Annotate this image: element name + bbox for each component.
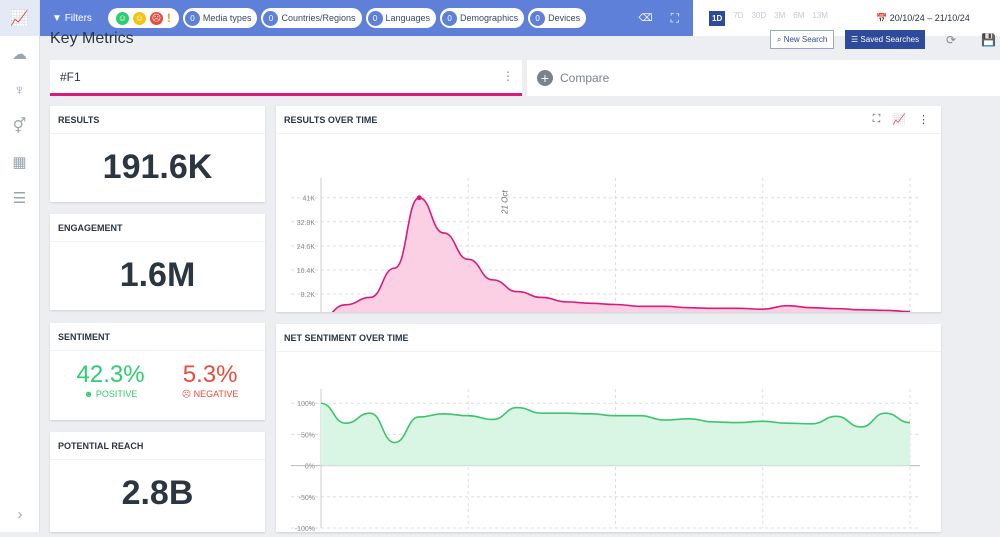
data-point	[416, 195, 422, 201]
page-title: Key Metrics	[50, 30, 134, 47]
y-tick-label: 8.2K	[301, 292, 316, 299]
filter-label: Devices	[548, 13, 581, 23]
y-tick-label: 16.4K	[297, 268, 316, 275]
new-search-label: New Search	[783, 35, 828, 44]
range-13m[interactable]: 13M	[812, 11, 828, 26]
clear-filters-icon[interactable]: ⌫	[638, 13, 652, 24]
refresh-icon[interactable]: ⟳	[940, 30, 962, 49]
range-3m[interactable]: 3M	[774, 11, 785, 26]
filter-pill-demographics[interactable]: 0 Demographics	[440, 8, 525, 28]
results-value: 191.6K	[102, 148, 213, 186]
plus-icon: +	[537, 70, 553, 86]
filter-count: 0	[530, 10, 546, 26]
engagement-value: 1.6M	[119, 256, 196, 294]
y-tick-label: 50%	[301, 432, 315, 439]
save-icon[interactable]: 💾	[975, 30, 1000, 49]
positive-icon[interactable]: ☺	[115, 11, 129, 25]
card-title: ENGAGEMENT	[50, 214, 265, 242]
filter-pill-countries-regions[interactable]: 0 Countries/Regions	[261, 8, 362, 28]
filters-label: Filters	[64, 12, 92, 24]
range-1d[interactable]: 1D	[709, 10, 726, 26]
influencer-icon[interactable]: ♆	[0, 72, 39, 108]
cloud-icon[interactable]: ☁	[0, 36, 39, 72]
sentiment-chart: -100%-50%0%50%100%16:0004:0016:00	[291, 389, 920, 537]
filter-pill-languages[interactable]: 0 Languages	[365, 8, 437, 28]
gender-icon[interactable]: ⚥	[0, 108, 39, 144]
card-title: RESULTS	[50, 106, 265, 134]
new-search-button[interactable]: ⌕ New Search	[770, 30, 835, 49]
filter-count: 0	[184, 10, 200, 26]
card-title: POTENTIAL REACH	[50, 432, 265, 460]
results-chart: 8.2K16.4K24.6K32.8K41K16:0004:0016:0021 …	[291, 178, 920, 332]
date-range[interactable]: 📅 20/10/24 – 21/10/24	[876, 13, 970, 24]
y-tick-label: 32.8K	[297, 220, 316, 227]
range-7d[interactable]: 7D	[733, 11, 743, 26]
filter-count: 0	[263, 10, 279, 26]
negative-icon[interactable]: ☹	[149, 11, 163, 25]
negative-value: 5.3%	[182, 361, 238, 388]
engagement-card: ENGAGEMENT 1.6M	[50, 214, 265, 310]
filter-label: Media types	[202, 13, 252, 23]
range-30d[interactable]: 30D	[751, 11, 766, 26]
filter-count: 0	[367, 10, 383, 26]
y-tick-label: -50%	[299, 495, 315, 502]
search-value: #F1	[60, 70, 81, 84]
date-range-text: 20/10/24 – 21/10/24	[889, 12, 970, 23]
filter-label: Countries/Regions	[281, 13, 356, 23]
range-6m[interactable]: 6M	[793, 11, 804, 26]
series-area	[321, 403, 910, 466]
sidebar: 📈 ☁ ♆ ⚥ ▦ ☰ ›	[0, 0, 40, 532]
reach-card: POTENTIAL REACH 2.8B	[50, 432, 265, 532]
card-title: SENTIMENT	[50, 323, 265, 351]
compare-button[interactable]: + Compare	[527, 60, 1000, 96]
y-tick-label: 41K	[303, 196, 316, 203]
chart-title: RESULTS OVER TIME	[276, 106, 941, 134]
filter-label: Languages	[385, 13, 431, 23]
fullscreen-icon[interactable]: ⛶	[671, 11, 679, 26]
chart-title: NET SENTIMENT OVER TIME	[276, 324, 941, 352]
saved-searches-button[interactable]: ☰ Saved Searches	[845, 30, 926, 49]
y-tick-label: 24.6K	[297, 244, 316, 251]
sentiment-card: SENTIMENT 42.3% ☻ POSITIVE 5.3% ☹ NEGATIVE	[50, 323, 265, 420]
reach-value: 2.8B	[121, 474, 194, 512]
y-tick-label: 100%	[297, 401, 315, 408]
expand-icon[interactable]: ⛶	[873, 113, 881, 126]
alert-icon[interactable]: !	[167, 11, 171, 25]
neutral-icon[interactable]: ☺	[132, 11, 146, 25]
filters-button[interactable]: ▼ Filters	[52, 13, 92, 24]
more-icon[interactable]: ⋮	[502, 69, 514, 83]
line-chart-icon[interactable]: 📈	[892, 113, 906, 126]
y-tick-label: -100%	[295, 526, 315, 532]
positive-label: POSITIVE	[95, 389, 138, 399]
more-icon[interactable]: ⋮	[918, 113, 929, 126]
search-query[interactable]: #F1 ⋮	[50, 60, 522, 96]
topics-icon[interactable]: ☰	[0, 180, 39, 216]
filter-count: 0	[442, 10, 458, 26]
map-icon[interactable]: ▦	[0, 144, 39, 180]
negative-label: NEGATIVE	[193, 389, 239, 399]
filter-pill-media-types[interactable]: 0 Media types	[182, 8, 258, 28]
net-sentiment-card: NET SENTIMENT OVER TIME -100% -50% 0% 50% 10…	[276, 324, 941, 537]
sentiment-filter[interactable]: ☺ ☺ ☹ !	[107, 8, 179, 28]
positive-value: 42.3%	[76, 361, 145, 388]
trend-icon[interactable]: 📈	[0, 0, 39, 36]
compare-label: Compare	[560, 71, 610, 85]
results-over-time-card: RESULTS OVER TIME ⛶ 📈 ⋮ 8.2K 16.4K 24.6K 32.8…	[276, 106, 941, 332]
y-tick-label: 0%	[305, 464, 315, 471]
filter-label: Demographics	[460, 13, 519, 23]
saved-searches-label: Saved Searches	[860, 35, 920, 44]
results-card: RESULTS 191.6K	[50, 106, 265, 202]
filter-pill-devices[interactable]: 0 Devices	[528, 8, 587, 28]
filter-bar: ▼ Filters ☺ ☺ ☹ ! 0 Media types 0 Countries…	[40, 0, 693, 36]
date-annotation: 21 Oct	[501, 190, 510, 215]
expand-icon[interactable]: ›	[0, 496, 40, 532]
